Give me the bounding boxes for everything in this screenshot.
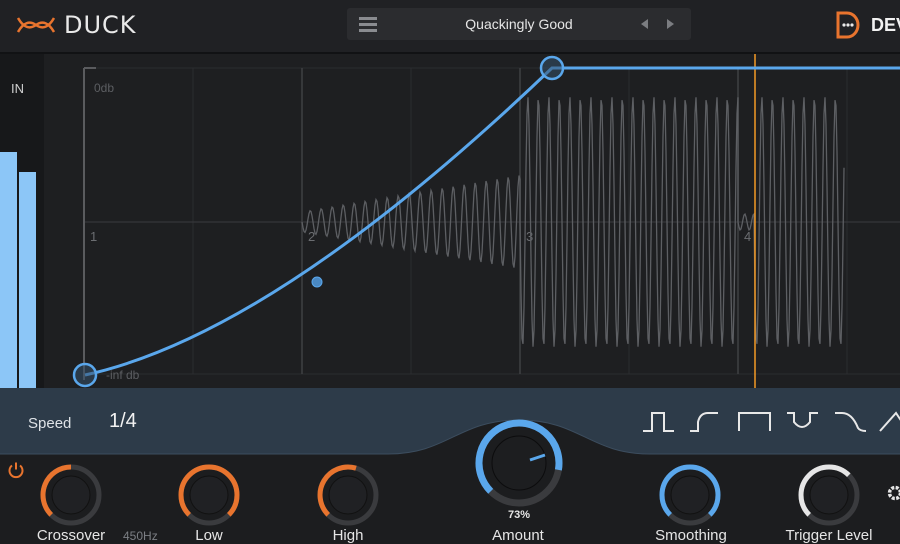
beat-label-4: 4 bbox=[744, 229, 751, 244]
meter-bar-right bbox=[19, 172, 36, 388]
beat-label-3: 3 bbox=[526, 229, 533, 244]
shape-ramp-down-icon[interactable] bbox=[832, 408, 870, 436]
trigger-level-knob[interactable] bbox=[796, 462, 862, 528]
meter-label: IN bbox=[11, 81, 24, 96]
crossover-label: Crossover bbox=[1, 527, 141, 544]
envelope-graph-canvas[interactable]: 0db -inf db 1 2 3 4 bbox=[44, 54, 900, 388]
graph-top-label: 0db bbox=[94, 81, 114, 95]
brand-logo: DEV bbox=[835, 10, 900, 40]
smoothing-label: Smoothing bbox=[621, 527, 761, 544]
power-icon[interactable] bbox=[7, 461, 25, 479]
high-knob[interactable] bbox=[315, 462, 381, 528]
envelope-start-handle[interactable] bbox=[74, 364, 96, 386]
speed-value[interactable]: 1/4 bbox=[109, 410, 137, 433]
duck-logo-icon bbox=[16, 14, 56, 36]
brand-icon bbox=[835, 10, 861, 40]
app-title: DUCK bbox=[64, 11, 137, 39]
shape-square-icon[interactable] bbox=[640, 408, 678, 436]
envelope-graph[interactable]: 0db -inf db 1 2 3 4 bbox=[44, 54, 900, 388]
graph-bottom-label: -inf db bbox=[106, 368, 140, 382]
speed-label: Speed bbox=[28, 415, 71, 432]
trigger-level-label: Trigger Level bbox=[759, 527, 899, 544]
app-logo: DUCK bbox=[16, 10, 137, 40]
envelope-curve-handle[interactable] bbox=[312, 277, 322, 287]
top-bar: DUCK Quackingly Good DEV bbox=[0, 0, 900, 54]
shape-hold-icon[interactable] bbox=[736, 408, 774, 436]
amount-knob[interactable] bbox=[474, 418, 564, 508]
amount-label: Amount bbox=[448, 527, 588, 544]
brand-name: DEV bbox=[871, 15, 900, 36]
envelope-peak-handle[interactable] bbox=[541, 57, 563, 79]
low-label: Low bbox=[139, 527, 279, 544]
shape-ramp-up-icon[interactable] bbox=[688, 408, 726, 436]
preset-selector[interactable]: Quackingly Good bbox=[347, 8, 691, 40]
beat-label-1: 1 bbox=[90, 229, 97, 244]
low-knob[interactable] bbox=[176, 462, 242, 528]
meter-bar-left bbox=[0, 152, 17, 388]
high-label: High bbox=[278, 527, 418, 544]
gear-icon[interactable] bbox=[886, 484, 900, 502]
crossover-knob[interactable] bbox=[38, 462, 104, 528]
input-meter: IN bbox=[0, 54, 44, 388]
previous-preset-icon[interactable] bbox=[637, 16, 653, 32]
smoothing-knob[interactable] bbox=[657, 462, 723, 528]
next-preset-icon[interactable] bbox=[662, 16, 678, 32]
amount-value: 73% bbox=[499, 509, 539, 521]
shape-triangle-icon[interactable] bbox=[878, 408, 900, 436]
shape-dip-icon[interactable] bbox=[784, 408, 822, 436]
